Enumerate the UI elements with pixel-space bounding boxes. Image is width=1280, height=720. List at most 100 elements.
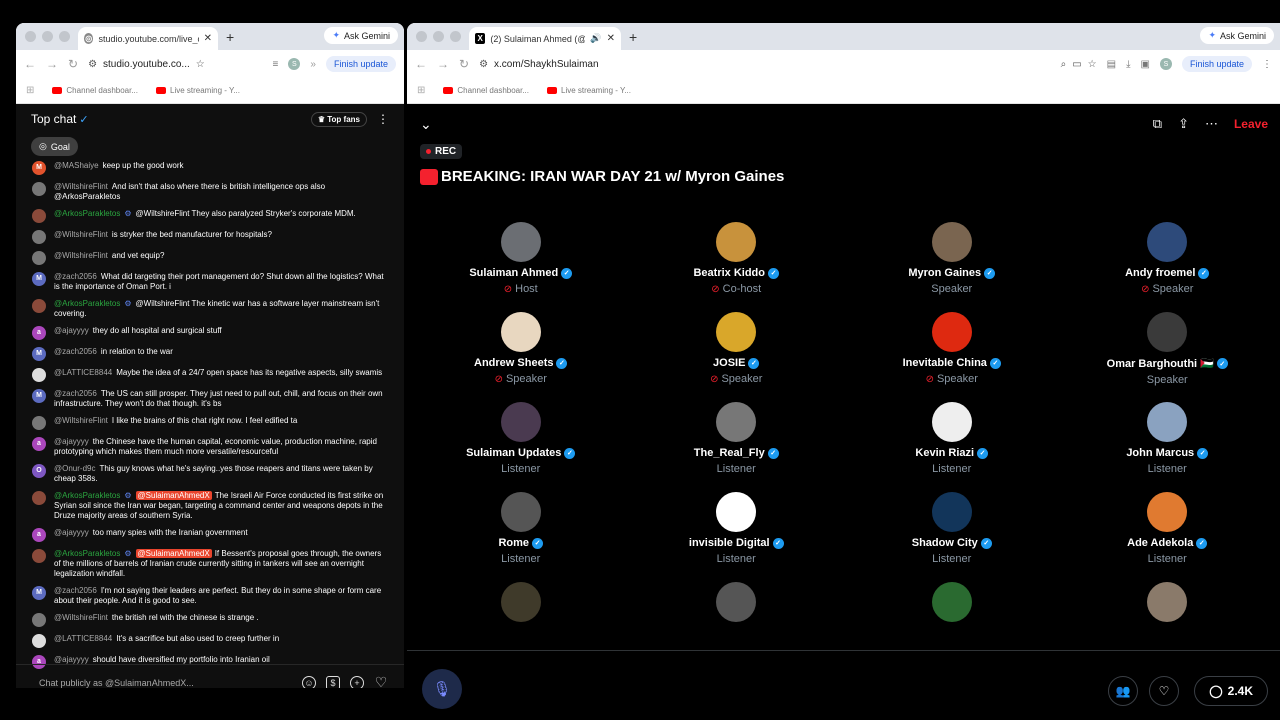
zoom-icon[interactable]: ⌕ — [1061, 59, 1067, 70]
url-field[interactable]: ⚙ x.com/ShaykhSulaiman ⌕ ▭ ☆ — [479, 59, 1097, 70]
avatar[interactable]: M — [32, 161, 46, 175]
participant[interactable] — [1060, 582, 1276, 657]
participant-avatar[interactable] — [500, 312, 541, 352]
close-tab-icon[interactable]: ✕ — [607, 33, 615, 44]
chat-message[interactable]: @ArkosParakletos ⚙ @WiltshireFlint They al… — [32, 209, 388, 223]
site-settings-icon[interactable]: ⚙ — [88, 59, 97, 70]
bookmark-live-streaming[interactable]: Live streaming - Y... — [156, 86, 240, 95]
add-icon[interactable]: + — [350, 675, 364, 688]
participant[interactable]: Sulaiman Ahmed ✓ ⊘ Host — [413, 222, 629, 297]
browser-menu-icon[interactable]: ⋮ — [1262, 59, 1272, 70]
chat-message[interactable]: a @ajayyyy too many spies with the Iranian… — [32, 528, 388, 542]
message-author[interactable]: @ajayyyy — [54, 437, 89, 446]
chat-mode-title[interactable]: Top chat — [31, 112, 76, 126]
participant[interactable]: JOSIE ✓ ⊘ Speaker — [629, 312, 845, 387]
avatar[interactable] — [32, 182, 46, 196]
participant[interactable]: Sulaiman Updates ✓ Listener — [413, 402, 629, 477]
chat-input[interactable]: Chat publicly as @SulaimanAhmedX... — [39, 678, 292, 688]
chevron-down-icon[interactable]: ✓ — [79, 113, 88, 126]
url-field[interactable]: ⚙ studio.youtube.co... ☆ — [88, 59, 262, 70]
back-icon[interactable]: ← — [415, 57, 427, 71]
bookmark-star-icon[interactable]: ☆ — [196, 59, 205, 70]
reload-icon[interactable]: ↻ — [459, 57, 469, 71]
super-chat-icon[interactable]: $ — [326, 675, 340, 688]
message-author[interactable]: @ajayyyy — [54, 528, 89, 537]
participant-avatar[interactable] — [500, 492, 541, 532]
message-author[interactable]: @zach2056 — [54, 347, 97, 356]
message-author[interactable]: @Onur-d9c — [54, 464, 95, 473]
microphone-button[interactable]: 🎙 — [422, 669, 462, 709]
bookmark-star-icon[interactable]: ☆ — [1088, 59, 1097, 70]
goal-chip[interactable]: ◎ Goal — [31, 137, 78, 156]
message-author[interactable]: @WiltshireFlint — [54, 251, 108, 260]
chat-message[interactable]: @WiltshireFlint and vet equip? — [32, 251, 388, 265]
avatar[interactable] — [32, 368, 46, 382]
participant-avatar[interactable] — [500, 222, 541, 262]
participant-avatar[interactable] — [716, 402, 757, 442]
message-author[interactable]: @WiltshireFlint — [54, 230, 108, 239]
message-author[interactable]: @ArkosParakletos — [54, 209, 120, 218]
reload-icon[interactable]: ↻ — [68, 57, 78, 71]
chat-message[interactable]: a @ajayyyy the Chinese have the human capi… — [32, 437, 388, 457]
participant-avatar[interactable] — [931, 492, 972, 532]
avatar[interactable]: O — [32, 464, 46, 478]
message-author[interactable]: @ArkosParakletos — [54, 491, 120, 500]
tab-live-chat[interactable]: ◎ studio.youtube.com/live_chat ✕ — [78, 27, 218, 50]
participant[interactable]: Omar Barghouthi 🇵🇸 ✓ Speaker — [1060, 312, 1276, 387]
window-controls[interactable] — [25, 31, 70, 42]
participant-avatar[interactable] — [716, 492, 757, 532]
extensions-icon[interactable]: ▣ — [1141, 59, 1150, 70]
heart-icon[interactable]: ♡ — [374, 674, 388, 688]
extensions-icon[interactable]: ≡ — [273, 59, 279, 70]
avatar[interactable] — [32, 209, 46, 223]
message-author[interactable]: @LATTICE8844 — [54, 368, 112, 377]
profile-avatar[interactable]: S — [288, 58, 301, 70]
participant-avatar[interactable] — [500, 582, 541, 622]
message-author[interactable]: @zach2056 — [54, 272, 97, 281]
share-icon[interactable]: ⇪ — [1178, 116, 1189, 132]
avatar[interactable]: a — [32, 528, 46, 542]
more-options-icon[interactable]: ⋯ — [1205, 116, 1218, 132]
avatar[interactable] — [32, 613, 46, 627]
comments-button[interactable]: ◯ 2.4K — [1194, 676, 1268, 706]
chat-message[interactable]: a @ajayyyy they do all hospital and surgic… — [32, 326, 388, 340]
participant[interactable] — [413, 582, 629, 657]
chat-message[interactable]: O @Onur-d9c This guy knows what he's sayin… — [32, 464, 388, 484]
message-author[interactable]: @WiltshireFlint — [54, 613, 108, 622]
chat-message[interactable]: @ArkosParakletos ⚙ @WiltshireFlint The kin… — [32, 299, 388, 319]
ask-gemini-button[interactable]: ✦ Ask Gemini — [324, 27, 398, 44]
apps-grid-icon[interactable]: ⊞ — [417, 85, 425, 96]
participant[interactable] — [844, 582, 1060, 657]
participant[interactable]: Shadow City ✓ Listener — [844, 492, 1060, 567]
chat-message[interactable]: @LATTICE8844 Maybe the idea of a 24/7 ope… — [32, 368, 388, 382]
participant-avatar[interactable] — [1147, 222, 1188, 262]
participant[interactable]: Ade Adekola ✓ Listener — [1060, 492, 1276, 567]
chat-message[interactable]: @WiltshireFlint And isn't that also where… — [32, 182, 388, 202]
message-author[interactable]: @zach2056 — [54, 586, 97, 595]
participant[interactable]: Myron Gaines ✓ Speaker — [844, 222, 1060, 297]
participant-avatar[interactable] — [931, 222, 972, 262]
react-button[interactable]: ♡ — [1149, 676, 1179, 706]
mention-tag[interactable]: @SulaimanAhmedX — [135, 549, 212, 558]
message-author[interactable]: @ajayyyy — [54, 326, 89, 335]
bookmark-channel-dashboard[interactable]: Channel dashboar... — [52, 86, 138, 95]
bookmark-channel-dashboard[interactable]: Channel dashboar... — [443, 86, 529, 95]
chat-message[interactable]: M @zach2056 What did targeting their port … — [32, 272, 388, 292]
avatar[interactable] — [32, 299, 46, 313]
chat-message[interactable]: M @MAShaiye keep up the good work — [32, 161, 388, 175]
message-author[interactable]: @ArkosParakletos — [54, 299, 120, 308]
new-tab-button[interactable]: + — [226, 29, 234, 45]
avatar[interactable] — [32, 251, 46, 265]
avatar[interactable]: a — [32, 326, 46, 340]
participant-avatar[interactable] — [1147, 492, 1188, 532]
participant[interactable]: The_Real_Fly ✓ Listener — [629, 402, 845, 477]
chat-message[interactable]: @ArkosParakletos ⚙ @SulaimanAhmedX If Besse… — [32, 549, 388, 579]
download-icon[interactable]: ⤓ — [1126, 59, 1130, 70]
participant[interactable]: Inevitable China ✓ ⊘ Speaker — [844, 312, 1060, 387]
participant[interactable] — [629, 582, 845, 657]
participant-avatar[interactable] — [716, 312, 757, 352]
message-author[interactable]: @ArkosParakletos — [54, 549, 120, 558]
avatar[interactable]: M — [32, 586, 46, 600]
site-settings-icon[interactable]: ⚙ — [479, 59, 488, 70]
chat-message[interactable]: @LATTICE8844 It's a sacrifice but also us… — [32, 634, 388, 648]
